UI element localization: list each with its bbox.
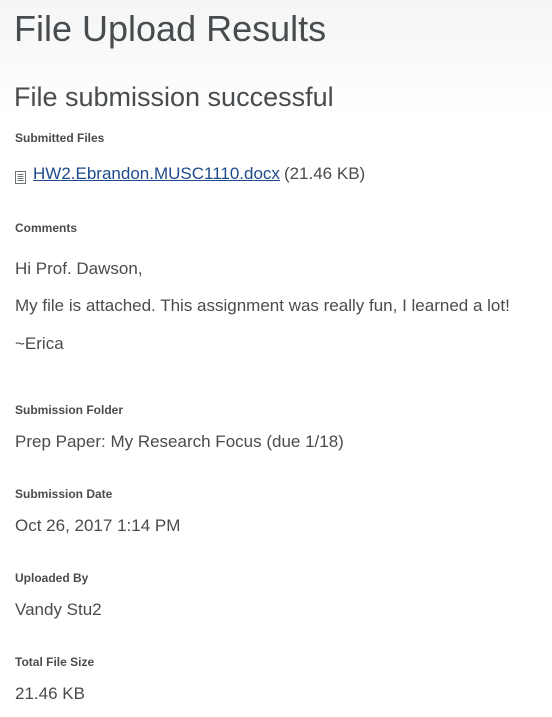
uploaded-by-value: Vandy Stu2 [15, 600, 102, 619]
comment-line: ~Erica [15, 334, 64, 353]
submission-folder-label: Submission Folder [15, 403, 124, 417]
page-title: File Upload Results [14, 8, 327, 49]
submission-date-label: Submission Date [15, 487, 113, 501]
document-icon [15, 169, 26, 184]
total-file-size-value: 21.46 KB [15, 684, 85, 703]
file-upload-results-page: File Upload Results File submission succ… [0, 0, 552, 717]
submitted-file-size: (21.46 KB) [283, 164, 366, 183]
submitted-file-row: HW2.Ebrandon.MUSC1110.docx (21.46 KB) [15, 164, 365, 184]
submitted-file-link[interactable]: HW2.Ebrandon.MUSC1110.docx [33, 164, 280, 184]
uploaded-by-label: Uploaded By [15, 571, 89, 585]
comment-line: My file is attached. This assignment was… [15, 296, 510, 315]
submission-date-value: Oct 26, 2017 1:14 PM [15, 516, 181, 535]
submitted-files-label: Submitted Files [15, 131, 105, 145]
submission-folder-value: Prep Paper: My Research Focus (due 1/18) [15, 432, 344, 451]
success-heading: File submission successful [14, 82, 334, 112]
total-file-size-label: Total File Size [15, 655, 95, 669]
comments-label: Comments [15, 221, 78, 235]
comment-line: Hi Prof. Dawson, [15, 259, 143, 278]
